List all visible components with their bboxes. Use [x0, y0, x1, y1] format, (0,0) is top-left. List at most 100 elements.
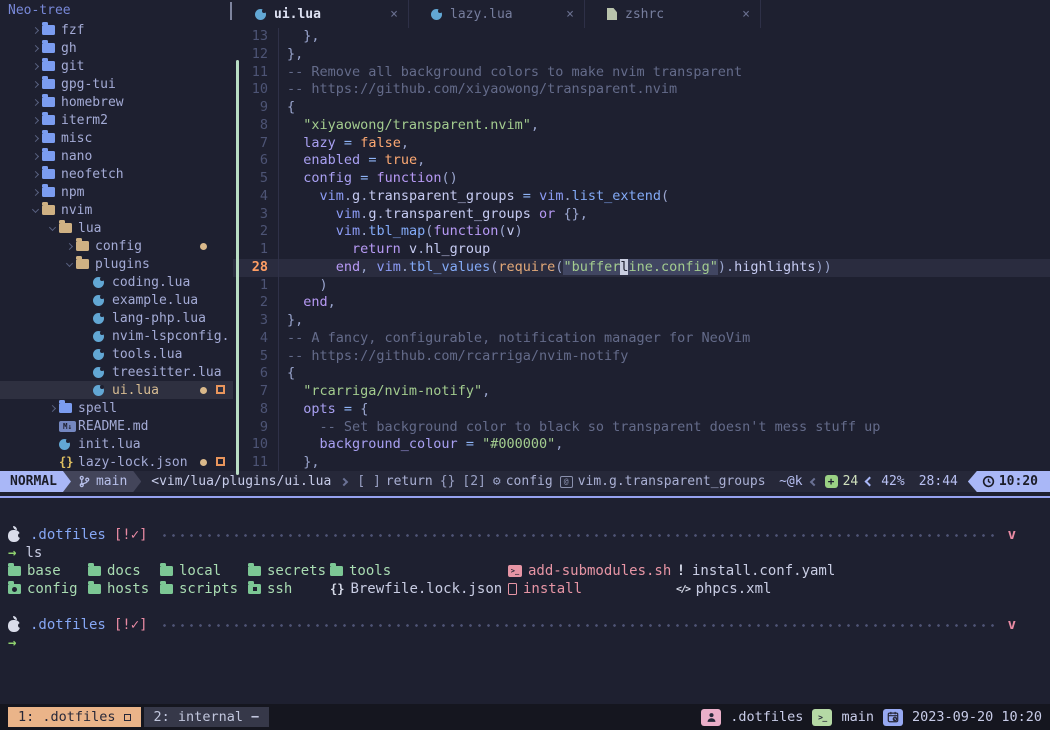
code-line[interactable]: 13 },: [233, 28, 1050, 46]
code-line[interactable]: 10 background_colour = "#000000",: [233, 436, 1050, 454]
command-line-empty[interactable]: →: [8, 634, 1050, 652]
folder-icon: [42, 97, 55, 107]
tree-item-nvim-lspconfig.[interactable]: nvim-lspconfig.: [0, 327, 233, 345]
code-line[interactable]: 4 vim.g.transparent_groups = vim.list_ex…: [233, 188, 1050, 206]
tree-item-gpg-tui[interactable]: gpg-tui: [0, 75, 233, 93]
code-token: enabled: [303, 152, 360, 168]
register-indicator: ~@k: [779, 474, 802, 489]
tree-item-tools.lua[interactable]: tools.lua: [0, 345, 233, 363]
code-line[interactable]: 8 "xiyaowong/transparent.nvim",: [233, 117, 1050, 135]
expander-icon[interactable]: [45, 406, 59, 411]
code-line[interactable]: 3},: [233, 312, 1050, 330]
tree-item-gh[interactable]: gh: [0, 39, 233, 57]
tree-item-neofetch[interactable]: neofetch: [0, 165, 233, 183]
code-area[interactable]: 13 },12},11-- Remove all background colo…: [233, 28, 1050, 471]
tree-item-misc[interactable]: misc: [0, 129, 233, 147]
code-line[interactable]: 4-- A fancy, configurable, notification …: [233, 330, 1050, 348]
code-line[interactable]: 6{: [233, 365, 1050, 383]
tree-item-treesitter.lua[interactable]: treesitter.lua: [0, 363, 233, 381]
terminal-screen: Neo-tree fzfghgitgpg-tuihomebrewiterm2mi…: [0, 0, 1050, 730]
line-number: 13: [233, 28, 279, 46]
expander-icon[interactable]: [28, 209, 42, 212]
tab-label: zshrc: [625, 7, 734, 22]
tmux-window-2-internal[interactable]: 2: internal−: [144, 707, 270, 727]
code-line[interactable]: 3 vim.g.transparent_groups or {},: [233, 206, 1050, 224]
gear-icon: ⚙: [493, 474, 501, 489]
tree-item-lang-php.lua[interactable]: lang-php.lua: [0, 309, 233, 327]
expander-icon[interactable]: [28, 118, 42, 123]
code-line[interactable]: 9 -- Set background color to black so tr…: [233, 419, 1050, 437]
tree-item-git[interactable]: git: [0, 57, 233, 75]
tree-item-example.lua[interactable]: example.lua: [0, 291, 233, 309]
tree-item-label: homebrew: [61, 95, 124, 110]
shell-pane[interactable]: .dotfiles [!✓] v → ls basedocslocalsecre…: [0, 498, 1050, 704]
close-icon[interactable]: ×: [566, 7, 574, 22]
expander-icon[interactable]: [28, 64, 42, 69]
tab-lazy.lua[interactable]: lazy.lua×: [409, 0, 585, 28]
code-line[interactable]: 7 lazy = false,: [233, 135, 1050, 153]
code-line[interactable]: 11-- Remove all background colors to mak…: [233, 64, 1050, 82]
tree-item-ui.lua[interactable]: ui.lua: [0, 381, 233, 399]
code-token: vim: [320, 188, 344, 204]
tree-item-fzf[interactable]: fzf: [0, 21, 233, 39]
expander-icon[interactable]: [28, 46, 42, 51]
chevron-right-icon: [31, 116, 38, 123]
tree-item-init.lua[interactable]: init.lua: [0, 435, 233, 453]
tree-item-nvim[interactable]: nvim: [0, 201, 233, 219]
tree-item-lua[interactable]: lua: [0, 219, 233, 237]
expander-icon[interactable]: [62, 244, 76, 249]
code-line[interactable]: 6 enabled = true,: [233, 152, 1050, 170]
code-line[interactable]: 12},: [233, 46, 1050, 64]
tree-item-spell[interactable]: spell: [0, 399, 233, 417]
expander-icon[interactable]: [28, 82, 42, 87]
expander-icon[interactable]: [62, 263, 76, 266]
file-entry-label: phpcs.xml: [696, 581, 772, 597]
chevron-right-icon: [31, 62, 38, 69]
line-number: 3: [233, 206, 279, 224]
code-line[interactable]: 11 },: [233, 454, 1050, 472]
tab-zshrc[interactable]: zshrc ×: [585, 0, 761, 28]
code-line[interactable]: 5-- https://github.com/rcarriga/nvim-not…: [233, 348, 1050, 366]
tree-item-plugins[interactable]: plugins: [0, 255, 233, 273]
expander-icon[interactable]: [28, 154, 42, 159]
code-text: vim.g.transparent_groups = vim.list_exte…: [279, 188, 669, 206]
line-number: 10: [233, 81, 279, 99]
code-token: [287, 419, 320, 435]
expander-icon[interactable]: [28, 28, 42, 33]
code-line[interactable]: 8 opts = {: [233, 401, 1050, 419]
code-line[interactable]: 1 return v.hl_group: [233, 241, 1050, 259]
tree-item-coding.lua[interactable]: coding.lua: [0, 273, 233, 291]
code-line[interactable]: 7 "rcarriga/nvim-notify",: [233, 383, 1050, 401]
current-code-line[interactable]: 28 end, vim.tbl_values(require("bufferli…: [233, 259, 1050, 277]
tree-item-npm[interactable]: npm: [0, 183, 233, 201]
editor-scrollbar[interactable]: [236, 60, 239, 475]
code-line[interactable]: 1 ): [233, 277, 1050, 295]
close-icon[interactable]: ×: [390, 7, 398, 22]
code-line[interactable]: 5 config = function(): [233, 170, 1050, 188]
tree-item-lazy-lock.json[interactable]: {}lazy-lock.json: [0, 453, 233, 471]
tmux-window-1-dotfiles[interactable]: 1: .dotfiles: [8, 707, 141, 727]
tree-item-homebrew[interactable]: homebrew: [0, 93, 233, 111]
expander-icon[interactable]: [28, 136, 42, 141]
tree-item-nano[interactable]: nano: [0, 147, 233, 165]
expander-icon[interactable]: [28, 190, 42, 195]
git-branch-segment[interactable]: main: [63, 471, 141, 492]
code-line[interactable]: 10-- https://github.com/xiyaowong/transp…: [233, 81, 1050, 99]
expander-icon[interactable]: [28, 172, 42, 177]
expander-icon[interactable]: [28, 100, 42, 105]
breadcrumb-label: return: [386, 474, 433, 489]
tab-ui.lua[interactable]: ui.lua×: [233, 0, 409, 28]
expander-icon[interactable]: [45, 227, 59, 230]
tree-item-README.md[interactable]: M↓README.md: [0, 417, 233, 435]
code-line[interactable]: 2 vim.tbl_map(function(v): [233, 223, 1050, 241]
code-token: [287, 135, 303, 151]
tree-item-iterm2[interactable]: iterm2: [0, 111, 233, 129]
neotree-scrollbar[interactable]: [230, 2, 232, 20]
code-line[interactable]: 9{: [233, 99, 1050, 117]
close-icon[interactable]: ×: [742, 7, 750, 22]
code-token: [287, 401, 303, 417]
tree-item-config[interactable]: config: [0, 237, 233, 255]
code-line[interactable]: 2 end,: [233, 294, 1050, 312]
tmux-datetime: 2023-09-20 10:20: [912, 709, 1042, 725]
file-entry-label: secrets: [267, 563, 326, 579]
